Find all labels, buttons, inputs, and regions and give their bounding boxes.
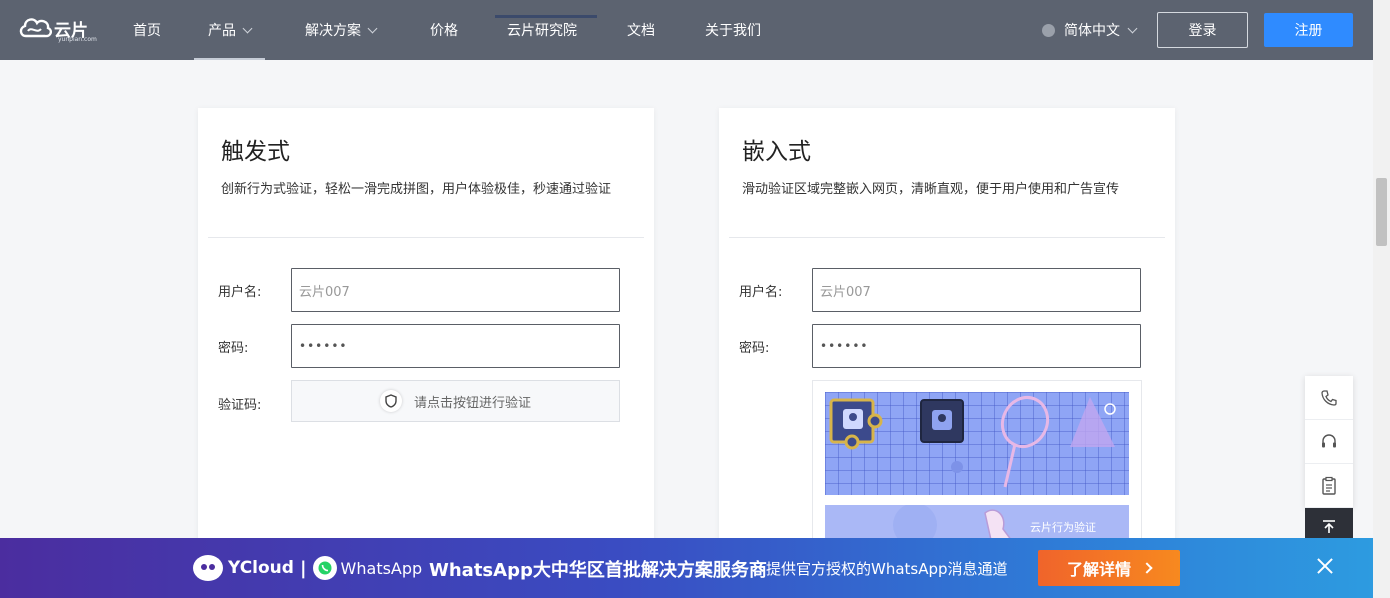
- banner-subline: 提供官方授权的WhatsApp消息通道: [766, 560, 1008, 578]
- nav-about[interactable]: 关于我们: [705, 0, 761, 60]
- top-navigation-bar: 云片 yunpian.com 首页 产品 解决方案 价格 云片研究院 文档 关于…: [0, 0, 1373, 60]
- card-title: 嵌入式: [742, 139, 811, 165]
- register-button[interactable]: 注册: [1264, 13, 1353, 47]
- ycloud-brand: YCloud: [228, 558, 294, 578]
- nav-research-label: 云片研究院: [507, 23, 577, 39]
- learn-more-label: 了解详情: [1066, 560, 1131, 579]
- ycloud-logo-icon: [193, 555, 223, 581]
- headset-icon: [1322, 433, 1336, 447]
- login-button[interactable]: 登录: [1157, 12, 1248, 48]
- username-input[interactable]: 云片007: [291, 268, 620, 312]
- language-selector[interactable]: 简体中文: [1042, 0, 1138, 60]
- captcha-button-label: 请点击按钮进行验证: [413, 395, 531, 411]
- language-label: 简体中文: [1064, 23, 1120, 39]
- nav-home[interactable]: 首页: [133, 0, 161, 60]
- captcha-puzzle-image: [825, 392, 1129, 495]
- divider: [729, 237, 1165, 238]
- card-description: 创新行为式验证，轻松一滑完成拼图，用户体验极佳，秒速通过验证: [221, 182, 612, 197]
- nav-docs[interactable]: 文档: [627, 0, 655, 60]
- card-description: 滑动验证区域完整嵌入网页，清晰直观，便于用户使用和广告宣传: [742, 182, 1120, 197]
- learn-more-button[interactable]: 了解详情: [1038, 550, 1180, 586]
- chevron-down-icon: [242, 23, 253, 33]
- nav-pricing[interactable]: 价格: [430, 0, 458, 60]
- username-label: 用户名:: [739, 285, 783, 300]
- password-input[interactable]: ••••••: [291, 324, 620, 368]
- card-title: 触发式: [221, 139, 290, 165]
- puzzle-piece-icon: [829, 398, 883, 450]
- password-label: 密码:: [739, 341, 770, 356]
- close-icon[interactable]: [1314, 556, 1336, 578]
- nav-products-label: 产品: [208, 23, 236, 39]
- cloud-logo-icon: [19, 18, 52, 38]
- banner-headline: WhatsApp大中华区首批解决方案服务商: [429, 560, 767, 581]
- separator: |: [299, 557, 307, 579]
- chevron-down-icon: [1127, 23, 1138, 33]
- nav-about-label: 关于我们: [705, 23, 761, 39]
- nav-research[interactable]: 云片研究院: [495, 0, 597, 60]
- nav-solutions[interactable]: 解决方案: [305, 0, 378, 60]
- floating-side-toolbar: [1305, 376, 1353, 508]
- password-label: 密码:: [218, 341, 249, 356]
- shield-icon: [379, 390, 402, 412]
- phone-button[interactable]: [1305, 376, 1353, 420]
- strip-watermark-text: 云片行为验证: [1030, 520, 1096, 534]
- slider-captcha-widget: 云片行为验证: [812, 380, 1142, 551]
- nav-pricing-label: 价格: [430, 23, 458, 39]
- whatsapp-icon: [312, 556, 337, 580]
- logo-subtext: yunpian.com: [58, 36, 97, 43]
- captcha-label: 验证码:: [218, 398, 262, 413]
- puzzle-target-slot-icon: [920, 399, 964, 443]
- nav-solutions-label: 解决方案: [305, 23, 361, 39]
- nav-docs-label: 文档: [627, 23, 655, 39]
- main-nav: 首页 产品 解决方案 价格 云片研究院 文档 关于我们: [133, 0, 761, 60]
- captcha-verify-button[interactable]: 请点击按钮进行验证: [291, 380, 620, 422]
- page-scrollbar[interactable]: [1373, 0, 1390, 598]
- feedback-button[interactable]: [1305, 464, 1353, 508]
- customer-service-button[interactable]: [1305, 420, 1353, 464]
- clipboard-icon: [1322, 476, 1336, 495]
- whatsapp-brand: WhatsApp: [340, 558, 423, 578]
- trigger-captcha-card: 触发式 创新行为式验证，轻松一滑完成拼图，用户体验极佳，秒速通过验证 用户名: …: [198, 108, 654, 548]
- phone-icon: [1321, 389, 1337, 406]
- username-label: 用户名:: [218, 285, 262, 300]
- divider: [208, 237, 644, 238]
- embedded-captcha-card: 嵌入式 滑动验证区域完整嵌入网页，清晰直观，便于用户使用和广告宣传 用户名: 云…: [719, 108, 1175, 551]
- refresh-icon: [1104, 403, 1116, 415]
- chevron-right-icon: [1141, 562, 1153, 574]
- nav-home-label: 首页: [133, 23, 161, 39]
- ycloud-whatsapp-logo: YCloud | WhatsApp: [193, 555, 422, 581]
- promo-banner: YCloud | WhatsApp WhatsApp大中华区首批解决方案服务商 …: [0, 538, 1373, 598]
- chevron-down-icon: [367, 23, 378, 33]
- back-to-top-button[interactable]: [1305, 508, 1353, 542]
- yunpian-logo[interactable]: 云片 yunpian.com: [18, 14, 97, 43]
- username-input[interactable]: 云片007: [812, 268, 1141, 312]
- scrollbar-thumb[interactable]: [1376, 178, 1387, 246]
- nav-products[interactable]: 产品: [194, 0, 265, 60]
- globe-icon: [1042, 23, 1055, 37]
- password-input[interactable]: ••••••: [812, 324, 1141, 368]
- back-to-top-icon: [1323, 520, 1335, 533]
